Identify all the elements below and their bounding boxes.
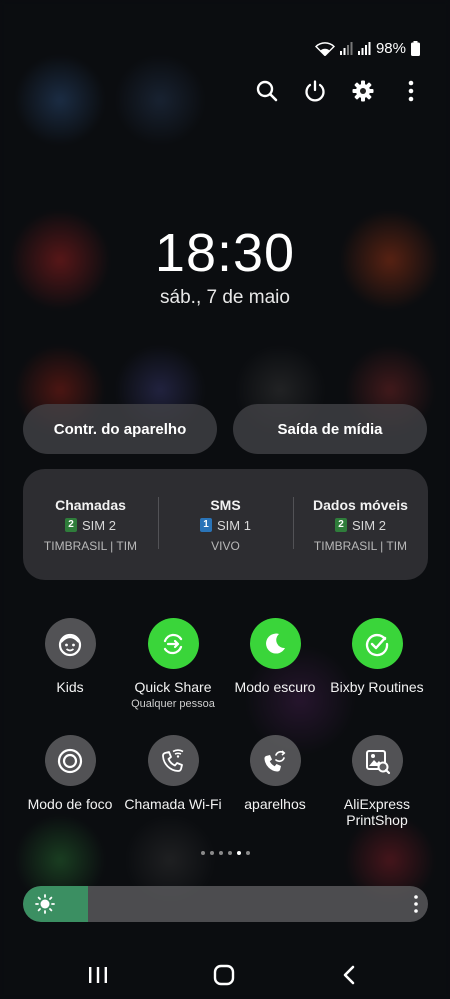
- status-bar: 98%: [314, 40, 420, 57]
- sun-icon: [35, 894, 55, 919]
- sim-name: SIM 1: [217, 517, 251, 533]
- sim-badge: 2: [65, 518, 78, 532]
- sim-mobile-data[interactable]: Dados móveis 2 SIM 2 TIMBRASIL | TIM: [293, 496, 428, 553]
- search-icon[interactable]: [254, 78, 280, 104]
- kids-face-icon: [44, 618, 96, 669]
- sim-badge: 2: [335, 518, 348, 532]
- navigation-bar: [0, 958, 450, 992]
- sim-calls-title: Chamadas: [55, 496, 126, 513]
- signal-sim1-icon: [339, 42, 353, 55]
- sim-sms[interactable]: SMS 1 SIM 1 VIVO: [158, 496, 293, 553]
- page-dot: [236, 851, 241, 855]
- page-dot: [218, 851, 223, 855]
- sim-sms-title: SMS: [210, 496, 241, 513]
- tile-focus-mode[interactable]: Modo de foco: [18, 735, 122, 812]
- tile-dark-mode[interactable]: Modo escuro: [223, 618, 327, 695]
- quick-share-icon: [147, 618, 199, 669]
- moon-icon: [249, 618, 301, 669]
- recents-icon[interactable]: [83, 962, 113, 988]
- tile-label: Chamada Wi-Fi: [124, 796, 222, 812]
- tile-wifi-calling[interactable]: Chamada Wi-Fi: [121, 735, 225, 812]
- clock-time[interactable]: 18:30: [0, 222, 450, 284]
- media-output-button[interactable]: Saída de mídia: [233, 404, 427, 454]
- tile-label: Modo escuro: [234, 679, 316, 695]
- back-icon[interactable]: [334, 962, 364, 988]
- tile-label: aparelhos: [244, 796, 306, 812]
- page-indicator: [0, 851, 450, 855]
- gear-icon[interactable]: [350, 78, 376, 104]
- sim-badge: 1: [200, 518, 213, 532]
- tile-label: Bixby Routines: [330, 679, 424, 695]
- sim-card-manager[interactable]: Chamadas 2 SIM 2 TIMBRASIL | TIM SMS 1 SIM…: [23, 469, 428, 580]
- page-dot: [200, 851, 205, 855]
- wifi-icon: [314, 41, 335, 56]
- call-switch-icon: [249, 735, 301, 786]
- page-dot: [209, 851, 214, 855]
- tile-quick-share[interactable]: Quick Share Qualquer pessoa: [121, 618, 225, 710]
- page-dot: [245, 851, 250, 855]
- sim-calls[interactable]: Chamadas 2 SIM 2 TIMBRASIL | TIM: [23, 497, 158, 553]
- tile-call-devices[interactable]: aparelhos: [223, 735, 327, 812]
- sim-data-title: Dados móveis: [313, 496, 408, 513]
- sim-operator: TIMBRASIL | TIM: [313, 538, 408, 553]
- signal-sim2-icon: [357, 42, 371, 55]
- sim-operator: VIVO: [211, 538, 240, 553]
- sim-operator: TIMBRASIL | TIM: [43, 538, 138, 553]
- page-dot: [227, 851, 232, 855]
- quick-panel-actions: [254, 78, 424, 104]
- tile-label: Kids: [56, 679, 84, 695]
- tile-label: AliExpress PrintShop: [343, 796, 411, 828]
- power-icon[interactable]: [302, 78, 328, 104]
- bixby-routines-icon: [351, 618, 403, 669]
- brightness-slider[interactable]: [23, 886, 428, 922]
- device-control-button[interactable]: Contr. do aparelho: [23, 404, 217, 454]
- brightness-more-icon[interactable]: [414, 895, 418, 918]
- tile-bixby-routines[interactable]: Bixby Routines: [325, 618, 429, 695]
- tile-label: Modo de foco: [27, 796, 113, 812]
- sim-name: SIM 2: [352, 517, 386, 533]
- focus-mode-icon: [44, 735, 96, 786]
- brightness-fill: [23, 886, 88, 922]
- tile-kids[interactable]: Kids: [18, 618, 122, 695]
- tile-label: Quick Share: [134, 679, 212, 695]
- wifi-call-icon: [147, 735, 199, 786]
- sim-name: SIM 2: [82, 517, 116, 533]
- battery-level: 98%: [375, 40, 406, 57]
- aliexpress-printshop-icon: [351, 735, 403, 786]
- tile-aliexpress-printshop[interactable]: AliExpress PrintShop: [325, 735, 429, 828]
- clock-date[interactable]: sáb., 7 de maio: [0, 287, 450, 309]
- more-vertical-icon[interactable]: [398, 78, 424, 104]
- tile-sublabel: Qualquer pessoa: [131, 698, 215, 710]
- home-icon[interactable]: [209, 962, 239, 988]
- battery-icon: [411, 41, 420, 56]
